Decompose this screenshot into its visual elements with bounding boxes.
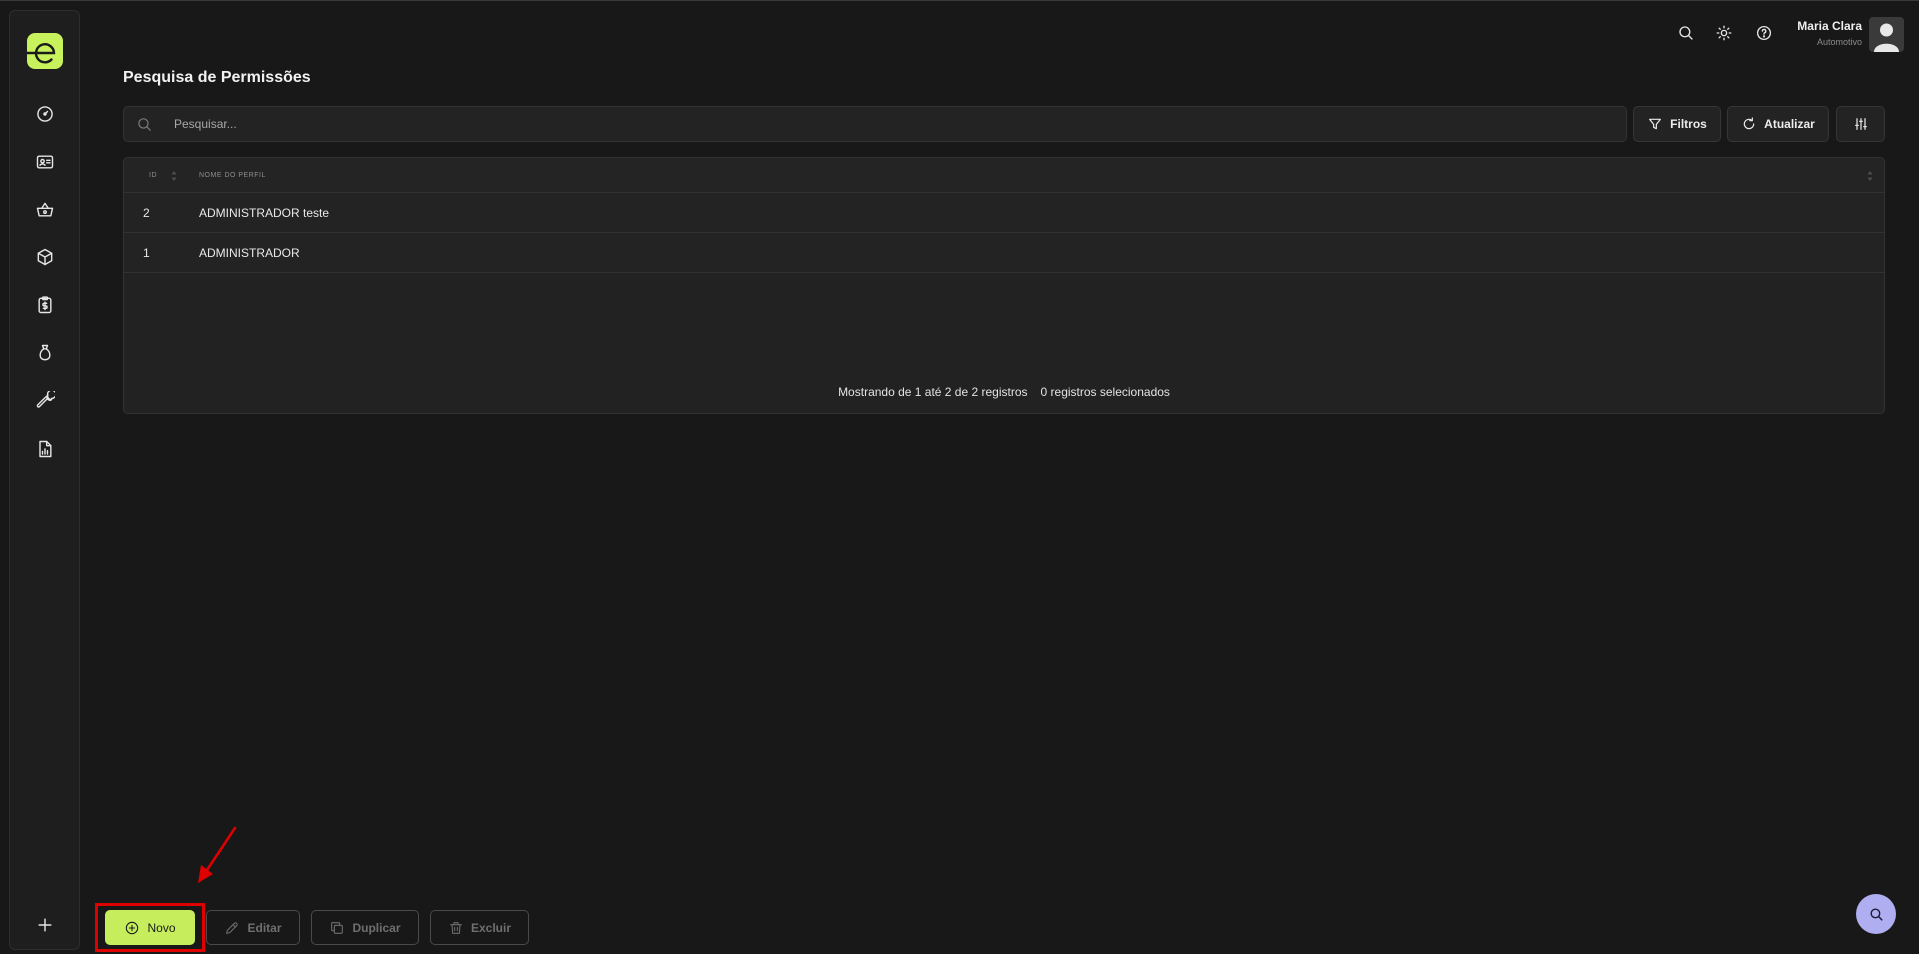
search-icon[interactable]: [1675, 22, 1697, 44]
dashboard-gauge-icon[interactable]: [34, 103, 56, 125]
row-id: 1: [143, 246, 150, 260]
plus-icon[interactable]: [34, 914, 56, 936]
pencil-icon: [226, 921, 239, 934]
money-bag-icon[interactable]: [34, 342, 56, 364]
search-icon: [1869, 907, 1883, 921]
row-profile-name: ADMINISTRADOR teste: [199, 206, 330, 220]
copy-icon: [331, 921, 344, 934]
sort-icon[interactable]: [1867, 170, 1873, 182]
avatar[interactable]: [1869, 17, 1904, 52]
edit-label: Editar: [247, 920, 282, 935]
refresh-button[interactable]: Atualizar: [1727, 106, 1829, 142]
search-field-icon: [136, 116, 154, 134]
window-top-border: [0, 0, 1919, 1]
search-bar[interactable]: [123, 106, 1627, 142]
report-chart-icon[interactable]: [34, 438, 56, 460]
records-count: Mostrando de 1 até 2 de 2 registros: [838, 385, 1028, 399]
basket-icon[interactable]: [34, 199, 56, 221]
search-input[interactable]: [174, 107, 1614, 141]
filters-label: Filtros: [1670, 117, 1707, 131]
column-settings-button[interactable]: [1836, 106, 1885, 142]
app-logo[interactable]: [27, 33, 63, 69]
user-name[interactable]: Maria Clara: [1797, 19, 1862, 33]
clipboard-dollar-icon[interactable]: [34, 294, 56, 316]
sun-icon[interactable]: [1713, 22, 1735, 44]
refresh-label: Atualizar: [1764, 117, 1815, 131]
delete-button[interactable]: Excluir: [430, 910, 529, 945]
box-icon[interactable]: [34, 246, 56, 268]
row-profile-name: ADMINISTRADOR: [199, 246, 300, 260]
filter-icon: [1649, 118, 1662, 130]
help-icon[interactable]: [1753, 22, 1775, 44]
table-header: ID NOME DO PERFIL: [124, 158, 1884, 193]
column-header-profile-name[interactable]: NOME DO PERFIL: [199, 172, 266, 179]
sliders-icon: [1854, 118, 1867, 130]
floating-search-button[interactable]: [1856, 894, 1896, 934]
permissions-table: ID NOME DO PERFIL 2 ADMINISTRADOR teste …: [123, 157, 1885, 414]
page-title: Pesquisa de Permissões: [123, 69, 311, 86]
delete-label: Excluir: [470, 920, 512, 935]
duplicate-button[interactable]: Duplicar: [311, 910, 419, 945]
edit-button[interactable]: Editar: [206, 910, 300, 945]
annotation-highlight-box: [95, 903, 205, 952]
sort-icon[interactable]: [171, 170, 177, 182]
id-card-icon[interactable]: [34, 151, 56, 173]
table-row[interactable]: 2 ADMINISTRADOR teste: [124, 193, 1884, 233]
selected-count: 0 registros selecionados: [1040, 385, 1170, 399]
table-footer: Mostrando de 1 até 2 de 2 registros 0 reg…: [124, 385, 1884, 399]
refresh-icon: [1743, 117, 1755, 130]
filters-button[interactable]: Filtros: [1633, 106, 1721, 142]
wrench-icon[interactable]: [34, 390, 56, 412]
annotation-arrow: [195, 825, 240, 885]
duplicate-label: Duplicar: [352, 920, 401, 935]
sidebar: [9, 10, 80, 950]
column-header-id[interactable]: ID: [149, 172, 157, 179]
table-row[interactable]: 1 ADMINISTRADOR: [124, 233, 1884, 273]
trash-icon: [450, 921, 462, 934]
row-id: 2: [143, 206, 150, 220]
user-company: Automotivo: [1816, 37, 1862, 47]
